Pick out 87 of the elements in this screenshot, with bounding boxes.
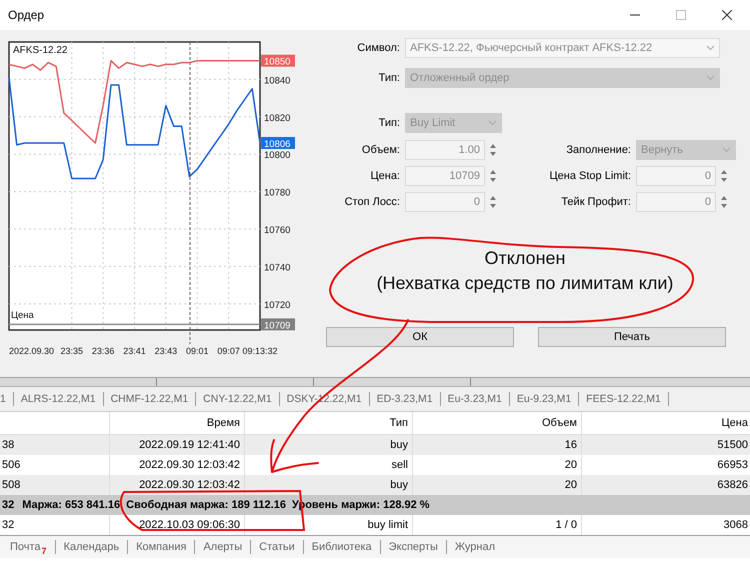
price-tag: 10850 (261, 54, 295, 68)
table-cell: 2022.09.19 12:41:40 (139, 439, 240, 451)
table-cell: 508 (2, 479, 20, 491)
table-cell: 2022.09.30 12:03:42 (139, 479, 240, 491)
dialog-button[interactable]: Печать (538, 327, 726, 347)
table-cell: 51500 (717, 439, 748, 451)
axis-label: 09:01 (186, 346, 209, 356)
chart-label: Цена (11, 310, 34, 321)
chart-tab[interactable]: Eu-9.23,M1 (510, 392, 580, 406)
axis-label: 10740 (264, 262, 290, 274)
axis-label: 23:41 (123, 346, 146, 356)
chart-title: AFKS-12.22 (13, 45, 68, 56)
table-cell: 66953 (717, 459, 748, 471)
status-message: (Нехватка средств по лимитам кли) (376, 272, 674, 295)
chevron-icon (722, 147, 731, 153)
axis-label: 09:07 (217, 346, 240, 356)
axis-label: 23:43 (154, 346, 178, 356)
axis-label: 10720 (264, 300, 290, 311)
table-cell: buy limit (368, 519, 408, 531)
field-label: Тип: (378, 117, 400, 129)
status-message: Отклонен (484, 247, 566, 270)
panel-tab[interactable]: Компания (128, 540, 196, 554)
field-label: Стоп Лосс: (344, 196, 400, 208)
panel-tab[interactable]: Алерты (195, 540, 252, 554)
column-header: Тип (390, 417, 408, 429)
field-label: Символ: (356, 42, 400, 54)
axis-label: 09:13:32 (242, 346, 278, 356)
panel-tab[interactable]: Журнал (446, 540, 503, 554)
table-cell: 2022.10.03 09:06:30 (139, 519, 240, 531)
table-cell: 3068 (724, 519, 748, 531)
chevron-icon (488, 120, 497, 126)
table-cell: 63826 (717, 479, 748, 491)
panel-tab[interactable]: Почта$_{7}$ (2, 540, 56, 554)
input-field[interactable]: 0 (636, 192, 716, 212)
chart-tab[interactable]: CNY-12.22,M1 (196, 392, 280, 406)
date-label: 2022.09.30 (9, 346, 54, 356)
dialog-button[interactable]: ОК (326, 327, 514, 347)
table-cell: 32 (2, 519, 14, 531)
column-header: Цена (722, 417, 748, 429)
table-cell: 16 (564, 439, 577, 451)
table-cell: 20 (564, 459, 577, 471)
table-cell: 38 (2, 439, 14, 451)
price-tag: 10806 (261, 136, 295, 150)
panel-tab[interactable]: Библиотека (304, 540, 381, 554)
table-cell: 2022.09.30 12:03:42 (139, 459, 240, 471)
field-label: Заполнение: (565, 144, 631, 156)
axis-label: 23:36 (92, 346, 114, 356)
field-label: Тип: (378, 72, 400, 84)
chart-tab[interactable]: FEES-12.22,M1 (579, 392, 669, 406)
axis-label: 10780 (264, 188, 290, 199)
input-field[interactable]: 1.00 (405, 140, 485, 160)
chart-tab[interactable]: ALRS-12.22,M1 (14, 392, 104, 406)
chevron-icon (706, 75, 715, 81)
input-field[interactable]: 10709 (405, 166, 485, 186)
chart-tab[interactable]: Eu-3.23,M1 (440, 392, 510, 406)
table-cell: 20 (564, 479, 577, 491)
axis-label: 10840 (264, 75, 290, 86)
window-title: Ордер (8, 8, 44, 22)
table-cell: 32 (2, 499, 14, 511)
field-label: Тейк Профит: (560, 196, 631, 208)
axis-label: 10800 (264, 150, 290, 162)
table-cell: buy (390, 479, 408, 491)
chevron-icon (706, 45, 715, 51)
table-cell: 1 / 0 (556, 519, 577, 531)
chart-tab[interactable]: CHMF-12.22,M1 (104, 392, 196, 406)
close-icon[interactable] (722, 10, 732, 20)
axis-label: 10820 (264, 112, 290, 124)
chart-tab[interactable]: ED-3.23,M1 (370, 392, 441, 406)
table-cell: buy (390, 439, 408, 451)
panel-tab[interactable]: Статьи (251, 540, 304, 554)
dropdown[interactable]: AFKS-12.22, Фьючерсный контракт AFKS-12.22 (405, 38, 720, 58)
field-label: Цена Stop Limit: (548, 170, 631, 182)
panel-tab[interactable]: Календарь (56, 540, 128, 554)
field-label: Цена: (369, 170, 400, 182)
table-cell: sell (391, 459, 408, 471)
column-header: Время (206, 417, 240, 429)
panel-tab[interactable]: Эксперты (380, 540, 447, 554)
chart-tab[interactable]: 1 (0, 392, 14, 406)
input-field[interactable]: 0 (405, 192, 485, 212)
input-field[interactable]: 0 (636, 166, 716, 186)
column-header: Объем (542, 417, 577, 429)
field-label: Объем: (360, 144, 400, 156)
price-tag: 10709 (261, 318, 295, 332)
axis-label: 23:35 (60, 346, 84, 356)
count-label: 7 (42, 546, 47, 556)
table-cell: 506 (2, 459, 20, 471)
axis-label: 10760 (264, 225, 290, 236)
